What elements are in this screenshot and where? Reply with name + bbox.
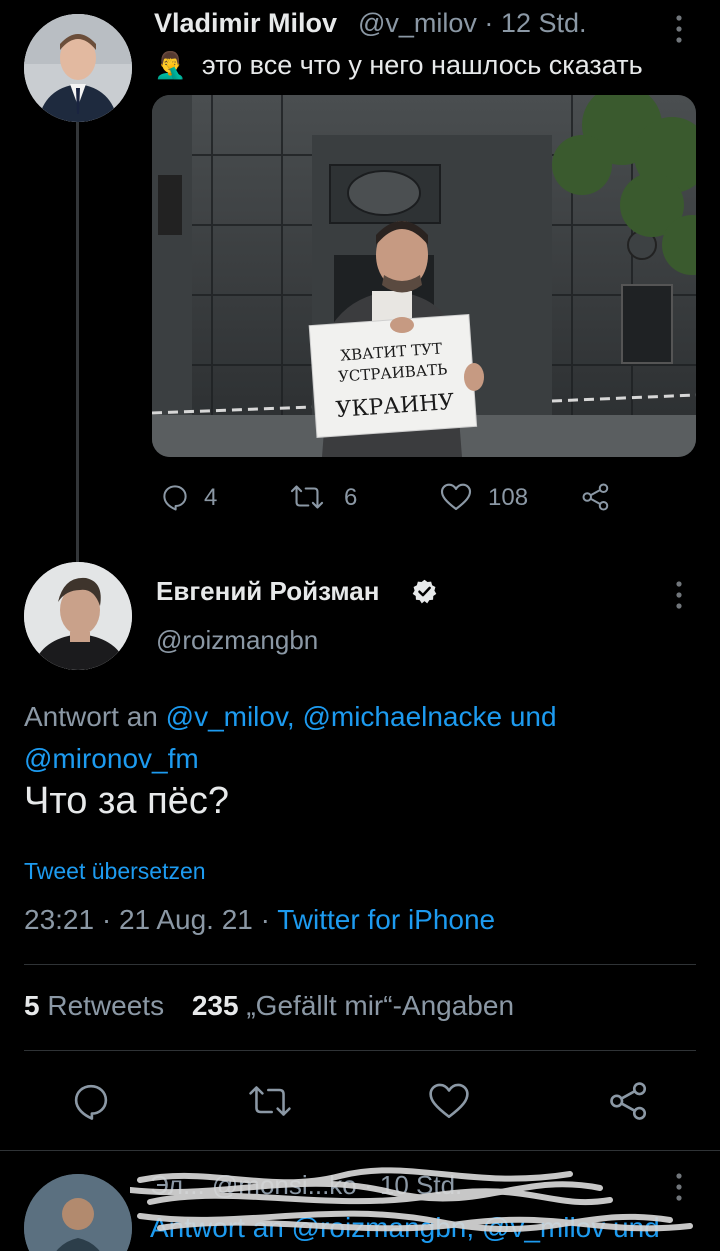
author-handle-time[interactable]: @v_milov · 12 Std. [358, 8, 587, 39]
share-button[interactable] [608, 1080, 652, 1124]
reply-icon [163, 485, 187, 511]
more-icon[interactable] [674, 14, 684, 49]
retweet-button[interactable] [248, 1080, 292, 1124]
tweet-client[interactable]: Twitter for iPhone [277, 904, 495, 935]
like-icon [440, 483, 472, 511]
like-button[interactable] [428, 1080, 472, 1124]
retweet-icon [290, 485, 324, 509]
protest-photo: ХВАТИТ ТУТ УСТРАИВАТЬ УКРАИНУ [152, 95, 696, 457]
engagement-stats: 5 Retweets 235 „Gefällt mir“-Angaben [24, 990, 514, 1022]
tweet-text-body: это все что у него нашлось сказать [201, 50, 643, 80]
like-count: 108 [488, 484, 529, 511]
verified-icon [411, 578, 438, 605]
avatar-evgeny-roizman[interactable] [24, 562, 132, 670]
share-icon [610, 1082, 647, 1120]
facepalm-emoji: 🤦‍♂️ [154, 50, 187, 80]
divider [24, 964, 696, 965]
retweets-stat[interactable]: 5 Retweets [24, 990, 164, 1021]
avatar-vladimir-milov[interactable] [24, 14, 132, 122]
more-icon[interactable] [674, 580, 684, 615]
tweet-text: 🤦‍♂️ это все что у него нашлось сказать [154, 50, 643, 81]
avatar-image [24, 14, 132, 122]
tweet-meta: 23:21 · 21 Aug. 21 · Twitter for iPhone [24, 904, 495, 936]
tweet-datetime[interactable]: 23:21 · 21 Aug. 21 · [24, 904, 270, 935]
author-handle[interactable]: @roizmangbn [156, 625, 318, 656]
reply-prefix: Antwort an [24, 701, 158, 732]
author-name[interactable]: Евгений Ройзман [156, 576, 379, 607]
likes-stat[interactable]: 235 „Gefällt mir“-Angaben [192, 990, 514, 1021]
reply-icon [74, 1084, 108, 1120]
redaction-scribble [130, 1167, 693, 1232]
reply-button[interactable] [70, 1080, 114, 1124]
avatar-image [24, 562, 132, 670]
retweet-count: 6 [344, 484, 358, 511]
retweet-icon [249, 1086, 291, 1116]
divider [24, 1050, 696, 1051]
avatar-image [24, 1174, 132, 1251]
reply-context: Antwort an @v_milov, @michaelnacke und @… [24, 696, 704, 780]
reply-count: 4 [204, 484, 218, 511]
share-icon [582, 483, 609, 511]
avatar-reply-user[interactable] [24, 1174, 132, 1251]
thread-line [76, 122, 79, 562]
translate-tweet-link[interactable]: Tweet übersetzen [24, 858, 206, 885]
divider [0, 1150, 720, 1151]
author-name[interactable]: Vladimir Milov [154, 8, 337, 39]
like-icon [429, 1083, 469, 1119]
tweet-photo[interactable]: ХВАТИТ ТУТ УСТРАИВАТЬ УКРАИНУ [152, 95, 696, 457]
tweet-text: Что за пёс? [24, 780, 229, 822]
